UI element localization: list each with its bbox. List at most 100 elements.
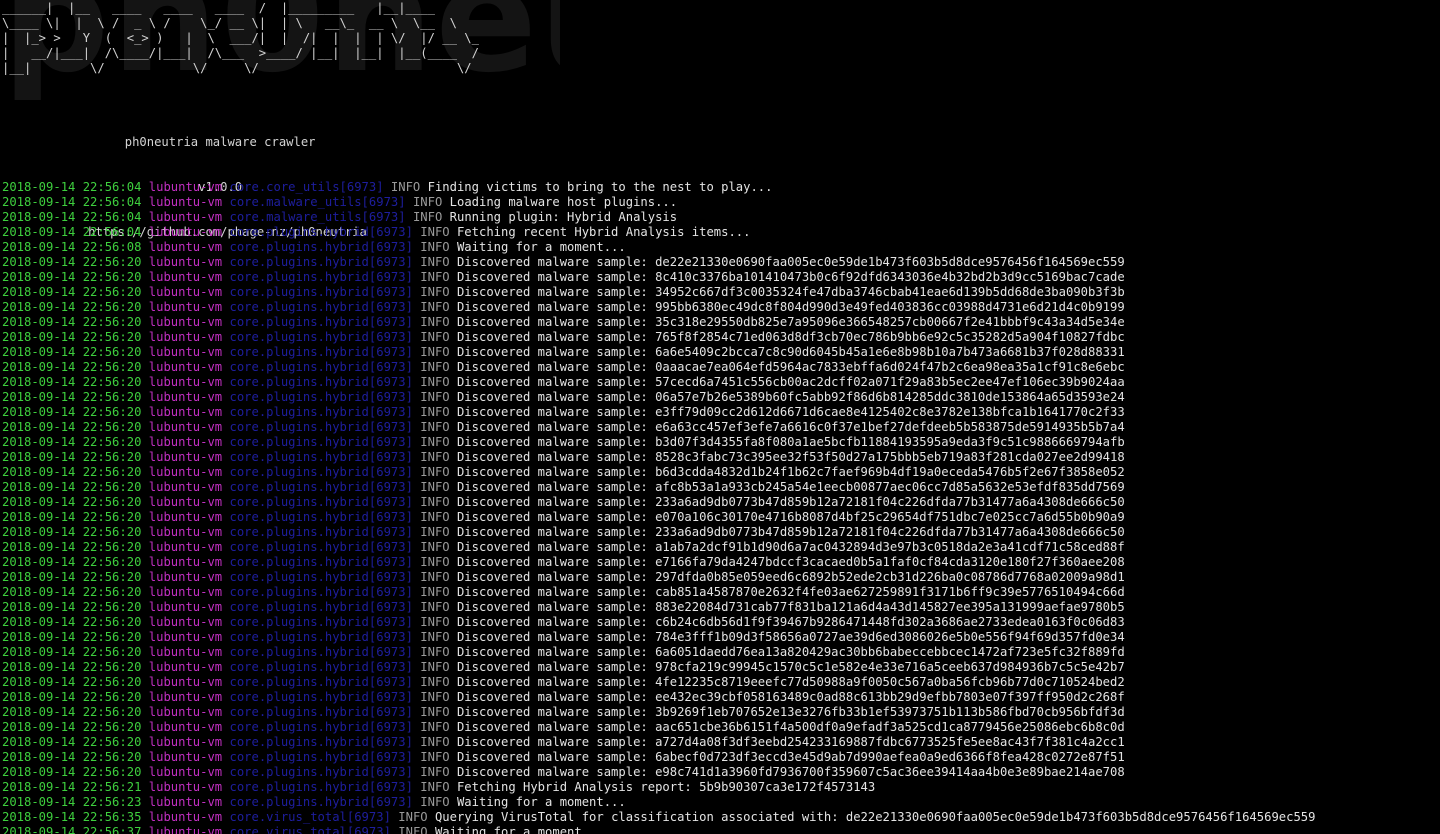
log-timestamp: 2018-09-14 22:56:20: [2, 660, 142, 674]
log-timestamp: 2018-09-14 22:56:35: [2, 810, 142, 824]
log-level: INFO: [420, 750, 450, 764]
log-message: Discovered malware sample: 06a57e7b26e53…: [456, 390, 1125, 404]
log-message: Discovered malware sample: 0aaacae7ea064…: [456, 360, 1125, 374]
log-hostname: lubuntu-vm: [148, 270, 223, 284]
log-timestamp: 2018-09-14 22:56:20: [2, 630, 142, 644]
log-hostname: lubuntu-vm: [148, 660, 223, 674]
log-module: core.plugins.hybrid[6973]: [229, 390, 413, 404]
log-module: core.plugins.hybrid[6973]: [229, 225, 413, 239]
log-level: INFO: [420, 630, 450, 644]
log-line: 2018-09-14 22:56:20 lubuntu-vm core.plug…: [2, 345, 1315, 360]
log-hostname: lubuntu-vm: [148, 600, 223, 614]
log-message: Discovered malware sample: 297dfda0b85e0…: [456, 570, 1125, 584]
log-line: 2018-09-14 22:56:20 lubuntu-vm core.plug…: [2, 525, 1315, 540]
log-hostname: lubuntu-vm: [148, 795, 223, 809]
log-timestamp: 2018-09-14 22:56:20: [2, 615, 142, 629]
log-timestamp: 2018-09-14 22:56:20: [2, 750, 142, 764]
log-timestamp: 2018-09-14 22:56:20: [2, 375, 142, 389]
log-line: 2018-09-14 22:56:04 lubuntu-vm core.malw…: [2, 210, 1315, 225]
log-line: 2018-09-14 22:56:20 lubuntu-vm core.plug…: [2, 555, 1315, 570]
log-module: core.plugins.hybrid[6973]: [229, 510, 413, 524]
log-module: core.plugins.hybrid[6973]: [229, 660, 413, 674]
log-hostname: lubuntu-vm: [148, 540, 223, 554]
ascii-art-line: |__| \/ \/ \/ \/: [2, 61, 472, 75]
log-line: 2018-09-14 22:56:20 lubuntu-vm core.plug…: [2, 540, 1315, 555]
log-hostname: lubuntu-vm: [148, 315, 223, 329]
log-module: core.plugins.hybrid[6973]: [229, 345, 413, 359]
log-module: core.plugins.hybrid[6973]: [229, 405, 413, 419]
log-message: Querying VirusTotal for classification a…: [434, 810, 1316, 824]
log-hostname: lubuntu-vm: [148, 510, 223, 524]
log-timestamp: 2018-09-14 22:56:20: [2, 555, 142, 569]
log-message: Discovered malware sample: b6d3cdda4832d…: [456, 465, 1125, 479]
log-hostname: lubuntu-vm: [148, 435, 223, 449]
log-message: Discovered malware sample: ee432ec39cbf0…: [456, 690, 1125, 704]
log-line: 2018-09-14 22:56:20 lubuntu-vm core.plug…: [2, 405, 1315, 420]
log-line: 2018-09-14 22:56:20 lubuntu-vm core.plug…: [2, 600, 1315, 615]
log-hostname: lubuntu-vm: [148, 495, 223, 509]
terminal-window[interactable]: ph0neutria __ __ __ ______| |__ ____ ___…: [0, 0, 1440, 834]
log-module: core.plugins.hybrid[6973]: [229, 555, 413, 569]
log-hostname: lubuntu-vm: [148, 615, 223, 629]
log-timestamp: 2018-09-14 22:56:20: [2, 330, 142, 344]
log-level: INFO: [398, 825, 428, 834]
log-line: 2018-09-14 22:56:23 lubuntu-vm core.plug…: [2, 795, 1315, 810]
log-timestamp: 2018-09-14 22:56:20: [2, 720, 142, 734]
log-timestamp: 2018-09-14 22:56:23: [2, 795, 142, 809]
log-level: INFO: [390, 180, 421, 194]
log-module: core.plugins.hybrid[6973]: [229, 480, 413, 494]
log-hostname: lubuntu-vm: [148, 210, 223, 224]
log-level: INFO: [420, 375, 450, 389]
log-message: Discovered malware sample: 978cfa219c999…: [456, 660, 1125, 674]
log-timestamp: 2018-09-14 22:56:20: [2, 570, 142, 584]
log-message: Discovered malware sample: 8528c3fabc73c…: [456, 450, 1125, 464]
log-level: INFO: [420, 330, 450, 344]
ascii-art-line: | __/|___| /\____/|___| /\___ >____/ |__…: [2, 46, 479, 60]
ascii-art-line: | |_> > Y ( <_> ) | \ ___/| | /| | | | \…: [2, 31, 479, 45]
log-timestamp: 2018-09-14 22:56:20: [2, 315, 142, 329]
log-hostname: lubuntu-vm: [148, 630, 223, 644]
log-line: 2018-09-14 22:56:20 lubuntu-vm core.plug…: [2, 285, 1315, 300]
log-line: 2018-09-14 22:56:20 lubuntu-vm core.plug…: [2, 720, 1315, 735]
log-hostname: lubuntu-vm: [148, 240, 223, 254]
log-timestamp: 2018-09-14 22:56:04: [2, 180, 142, 194]
log-level: INFO: [420, 615, 450, 629]
log-hostname: lubuntu-vm: [148, 525, 223, 539]
log-timestamp: 2018-09-14 22:56:20: [2, 645, 142, 659]
log-message: Discovered malware sample: 34952c667df3c…: [456, 285, 1125, 299]
log-module: core.virus_total[6973]: [229, 810, 391, 824]
log-hostname: lubuntu-vm: [148, 645, 223, 659]
log-module: core.plugins.hybrid[6973]: [229, 375, 413, 389]
log-line: 2018-09-14 22:56:20 lubuntu-vm core.plug…: [2, 330, 1315, 345]
log-level: INFO: [420, 420, 450, 434]
log-hostname: lubuntu-vm: [148, 585, 223, 599]
log-line: 2018-09-14 22:56:20 lubuntu-vm core.plug…: [2, 645, 1315, 660]
log-level: INFO: [420, 585, 450, 599]
log-hostname: lubuntu-vm: [148, 765, 223, 779]
log-level: INFO: [420, 285, 450, 299]
log-module: core.plugins.hybrid[6973]: [229, 645, 413, 659]
log-line: 2018-09-14 22:56:20 lubuntu-vm core.plug…: [2, 615, 1315, 630]
log-module: core.plugins.hybrid[6973]: [229, 315, 413, 329]
log-timestamp: 2018-09-14 22:56:20: [2, 405, 142, 419]
log-line: 2018-09-14 22:56:20 lubuntu-vm core.plug…: [2, 435, 1315, 450]
log-message: Discovered malware sample: 4fe12235c8719…: [456, 675, 1125, 689]
log-line: 2018-09-14 22:56:20 lubuntu-vm core.plug…: [2, 495, 1315, 510]
log-message: Discovered malware sample: a1ab7a2dcf91b…: [456, 540, 1125, 554]
log-level: INFO: [420, 345, 450, 359]
log-level: INFO: [420, 675, 450, 689]
log-module: core.plugins.hybrid[6973]: [229, 750, 413, 764]
log-level: INFO: [412, 210, 443, 224]
log-hostname: lubuntu-vm: [148, 570, 223, 584]
log-module: core.plugins.hybrid[6973]: [229, 450, 413, 464]
log-timestamp: 2018-09-14 22:56:20: [2, 585, 142, 599]
log-module: core.virus_total[6973]: [229, 825, 391, 834]
log-module: core.plugins.hybrid[6973]: [229, 675, 413, 689]
log-message: Fetching recent Hybrid Analysis items...: [456, 225, 751, 239]
log-line: 2018-09-14 22:56:20 lubuntu-vm core.plug…: [2, 375, 1315, 390]
log-module: core.plugins.hybrid[6973]: [229, 330, 413, 344]
log-hostname: lubuntu-vm: [148, 405, 223, 419]
log-level: INFO: [420, 270, 450, 284]
log-timestamp: 2018-09-14 22:56:20: [2, 480, 142, 494]
log-hostname: lubuntu-vm: [148, 720, 223, 734]
